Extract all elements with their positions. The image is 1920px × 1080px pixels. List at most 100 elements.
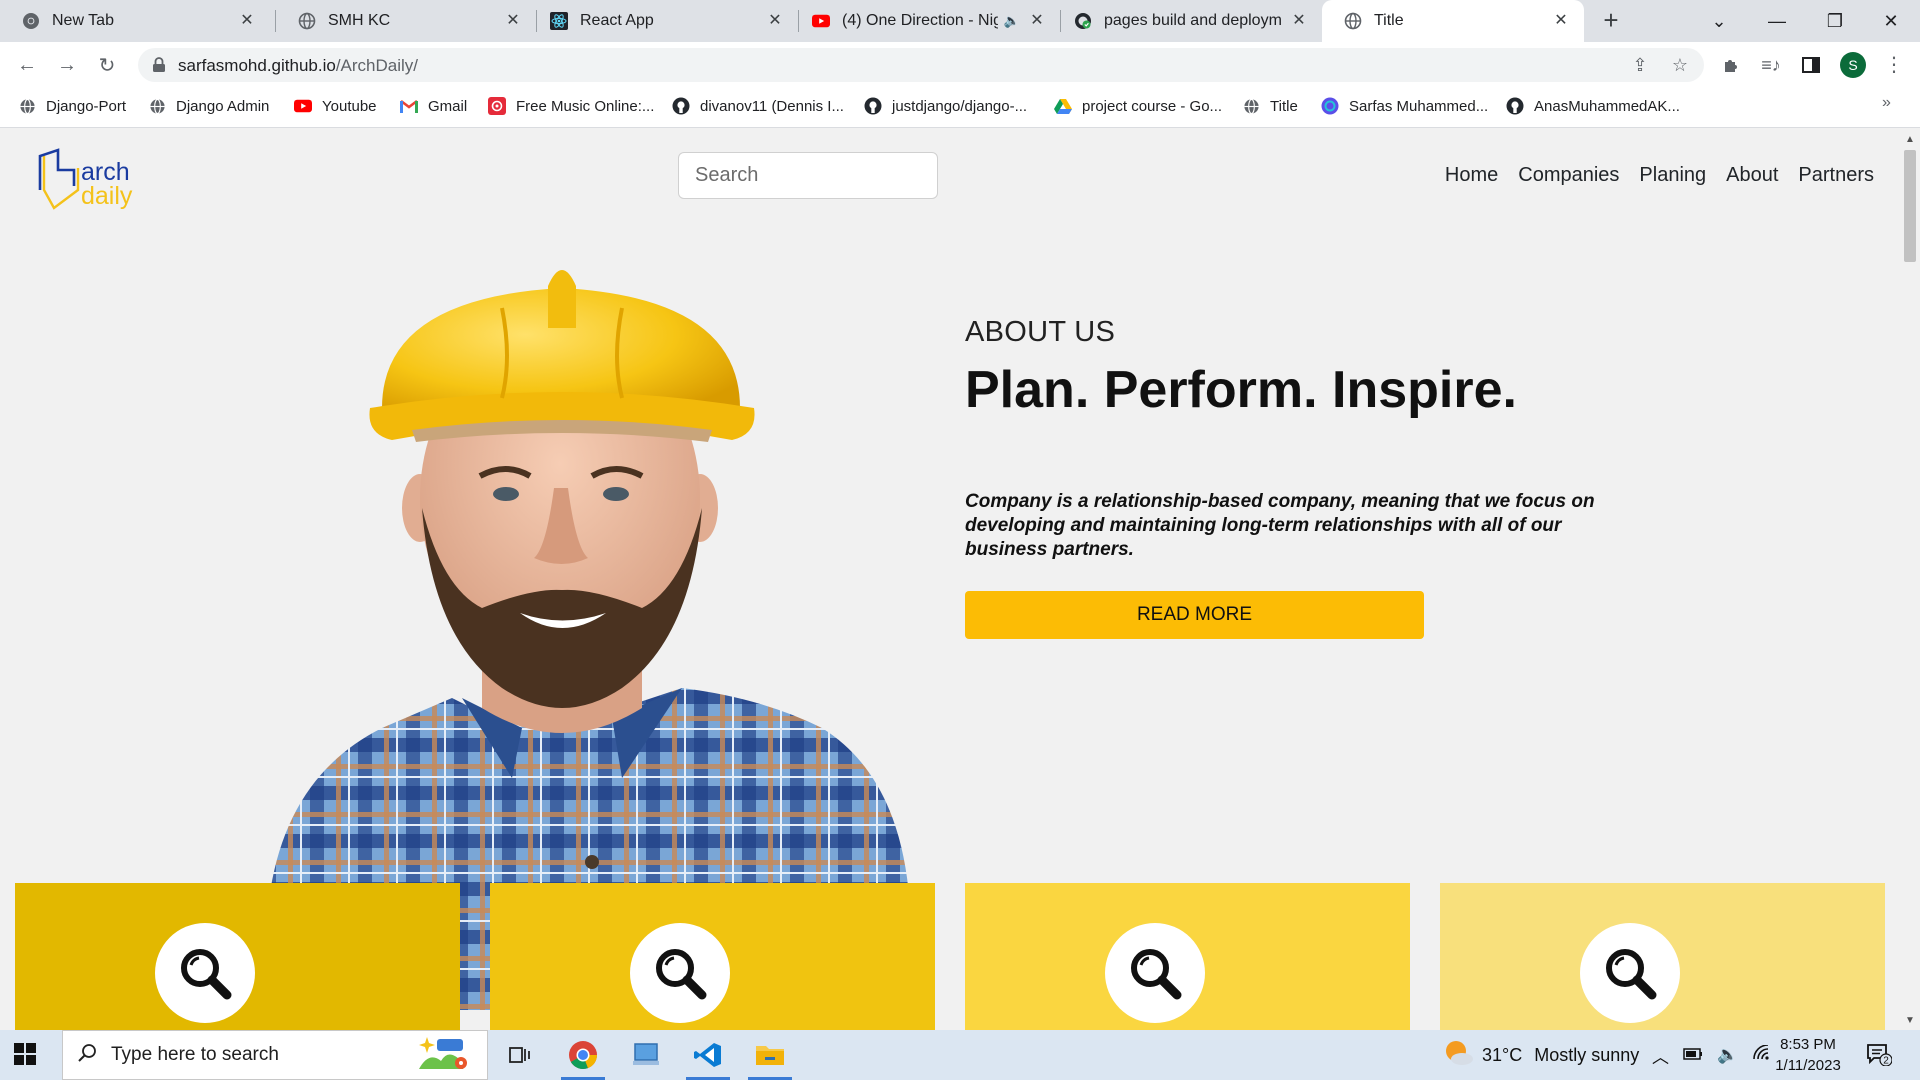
task-view-icon[interactable] xyxy=(490,1030,550,1080)
clock-date: 1/11/2023 xyxy=(1775,1057,1841,1074)
tab-smh-kc[interactable]: SMH KC ✕ xyxy=(276,0,536,42)
nav-link-home[interactable]: Home xyxy=(1445,164,1498,187)
taskbar-search-box[interactable]: Type here to search xyxy=(62,1030,488,1080)
bookmark-title[interactable]: Title xyxy=(1242,88,1298,124)
folder-icon[interactable] xyxy=(740,1030,800,1080)
bookmark-label: justdjango/django-... xyxy=(892,97,1028,115)
browser-tab-bar: New Tab ✕ SMH KC ✕ React App ✕ (4) One D… xyxy=(0,0,1920,42)
bookmarks-overflow-button[interactable]: » xyxy=(1882,94,1891,112)
feature-card-1[interactable] xyxy=(15,883,460,1030)
read-more-button[interactable]: READ MORE xyxy=(965,591,1424,639)
forward-button[interactable]: → xyxy=(52,50,82,80)
close-window-button[interactable]: ✕ xyxy=(1862,0,1920,42)
weather-description: Mostly sunny xyxy=(1534,1044,1640,1065)
battery-icon[interactable] xyxy=(1683,1045,1703,1065)
feature-card-2[interactable] xyxy=(490,883,935,1030)
chevron-up-icon[interactable]: ︿ xyxy=(1652,1043,1669,1068)
menu-icon[interactable]: ⋮ xyxy=(1884,54,1904,76)
bookmark-free-music[interactable]: Free Music Online:... xyxy=(488,88,654,124)
react-icon xyxy=(550,12,568,30)
notification-center-icon[interactable]: 2 xyxy=(1866,1042,1893,1071)
taskbar-clock[interactable]: 8:53 PM 1/11/2023 xyxy=(1770,1034,1846,1076)
site-logo[interactable]: arch daily xyxy=(38,146,148,212)
nav-link-planing[interactable]: Planing xyxy=(1639,164,1706,187)
search-icon xyxy=(77,1043,97,1068)
new-tab-button[interactable]: + xyxy=(1596,6,1626,36)
bookmark-star-icon[interactable]: ☆ xyxy=(1670,55,1690,75)
tab-youtube[interactable]: (4) One Direction - Nigh 🔈 ✕ xyxy=(790,0,1060,42)
hero-description: Company is a relationship-based company,… xyxy=(965,491,1595,560)
tab-new-tab[interactable]: New Tab ✕ xyxy=(0,0,270,42)
lock-icon[interactable] xyxy=(152,57,166,78)
site-search-input[interactable] xyxy=(678,152,938,199)
close-icon[interactable]: ✕ xyxy=(1028,12,1046,30)
youtube-icon xyxy=(294,97,312,115)
bookmark-django-port[interactable]: Django-Port xyxy=(18,88,126,124)
close-icon[interactable]: ✕ xyxy=(1290,12,1308,30)
music-icon xyxy=(488,97,506,115)
tab-title-active[interactable]: Title ✕ xyxy=(1322,0,1584,42)
tab-pages-build[interactable]: pages build and deployment ✕ xyxy=(1052,0,1322,42)
scrollbar-thumb[interactable] xyxy=(1904,150,1916,262)
nav-link-about[interactable]: About xyxy=(1726,164,1778,187)
globe-icon xyxy=(1344,12,1362,30)
close-icon[interactable]: ✕ xyxy=(766,12,784,30)
bookmark-divanov11[interactable]: divanov11 (Dennis I... xyxy=(672,88,844,124)
bookmark-anasmuhammed[interactable]: AnasMuhammedAK... xyxy=(1506,88,1680,124)
nav-link-partners[interactable]: Partners xyxy=(1798,164,1874,187)
scroll-up-arrow-icon[interactable]: ▲ xyxy=(1905,134,1915,145)
file-explorer-computer-icon[interactable] xyxy=(616,1030,676,1080)
site-nav: Home Companies Planing About Partners xyxy=(1445,164,1874,187)
bookmark-gmail[interactable]: Gmail xyxy=(400,88,467,124)
bookmark-youtube[interactable]: Youtube xyxy=(294,88,377,124)
tab-title: (4) One Direction - Nigh xyxy=(842,12,998,29)
bookmark-justdjango[interactable]: justdjango/django-... xyxy=(864,88,1027,124)
back-button[interactable]: ← xyxy=(12,50,42,80)
reload-button[interactable]: ↻ xyxy=(92,50,122,80)
hero-title: Plan. Perform. Inspire. xyxy=(965,361,1517,419)
media-control-icon[interactable]: ≡♪ xyxy=(1760,54,1782,76)
bookmark-label: Django Admin xyxy=(176,97,270,115)
share-icon[interactable]: ⇪ xyxy=(1630,55,1650,75)
vscode-icon[interactable] xyxy=(678,1030,738,1080)
extensions-icon[interactable] xyxy=(1720,54,1742,76)
feature-card-3[interactable] xyxy=(965,883,1410,1030)
github-icon xyxy=(864,97,882,115)
minimize-button[interactable]: — xyxy=(1748,0,1806,42)
bookmark-label: Free Music Online:... xyxy=(516,97,655,115)
tab-title: SMH KC xyxy=(328,12,391,29)
close-icon[interactable]: ✕ xyxy=(238,12,256,30)
svg-text:daily: daily xyxy=(81,182,133,210)
page-scrollbar[interactable]: ▲ ▼ xyxy=(1900,128,1920,1030)
tab-search-icon[interactable]: ⌄ xyxy=(1690,0,1748,42)
clock-time: 8:53 PM xyxy=(1780,1036,1836,1053)
chrome-taskbar-icon[interactable] xyxy=(553,1030,613,1080)
address-bar[interactable]: sarfasmohd.github.io/ArchDaily/ ⇪ ☆ xyxy=(138,48,1704,82)
side-panel-icon[interactable] xyxy=(1800,54,1822,76)
profile-avatar[interactable]: S xyxy=(1840,52,1866,78)
bookmark-project-course[interactable]: project course - Go... xyxy=(1054,88,1222,124)
web-page: arch daily Home Companies Planing About … xyxy=(0,128,1900,1030)
weather-widget[interactable]: 31°C Mostly sunny xyxy=(1444,1030,1639,1080)
close-icon[interactable]: ✕ xyxy=(1552,12,1570,30)
bookmark-label: Title xyxy=(1270,97,1298,115)
bookmark-sarfas[interactable]: Sarfas Muhammed... xyxy=(1321,88,1488,124)
about-kicker: ABOUT US xyxy=(965,316,1116,348)
gmail-icon xyxy=(400,97,418,115)
speaker-icon[interactable]: 🔈 xyxy=(1004,13,1020,29)
feature-card-4[interactable] xyxy=(1440,883,1885,1030)
close-icon[interactable]: ✕ xyxy=(504,12,522,30)
weather-temperature: 31°C xyxy=(1482,1044,1523,1065)
speaker-icon[interactable]: 🔈 xyxy=(1717,1045,1738,1065)
bookmark-django-admin[interactable]: Django Admin xyxy=(148,88,269,124)
restore-button[interactable]: ❐ xyxy=(1806,0,1864,42)
feature-icon-circle xyxy=(155,923,255,1023)
youtube-icon xyxy=(812,12,830,30)
canva-icon xyxy=(1321,97,1339,115)
nav-link-companies[interactable]: Companies xyxy=(1518,164,1619,187)
tab-react-app[interactable]: React App ✕ xyxy=(528,0,798,42)
bookmark-label: divanov11 (Dennis I... xyxy=(700,97,844,115)
windows-start-icon[interactable] xyxy=(14,1043,36,1070)
tab-title: React App xyxy=(580,12,654,29)
scroll-down-arrow-icon[interactable]: ▼ xyxy=(1905,1015,1915,1026)
